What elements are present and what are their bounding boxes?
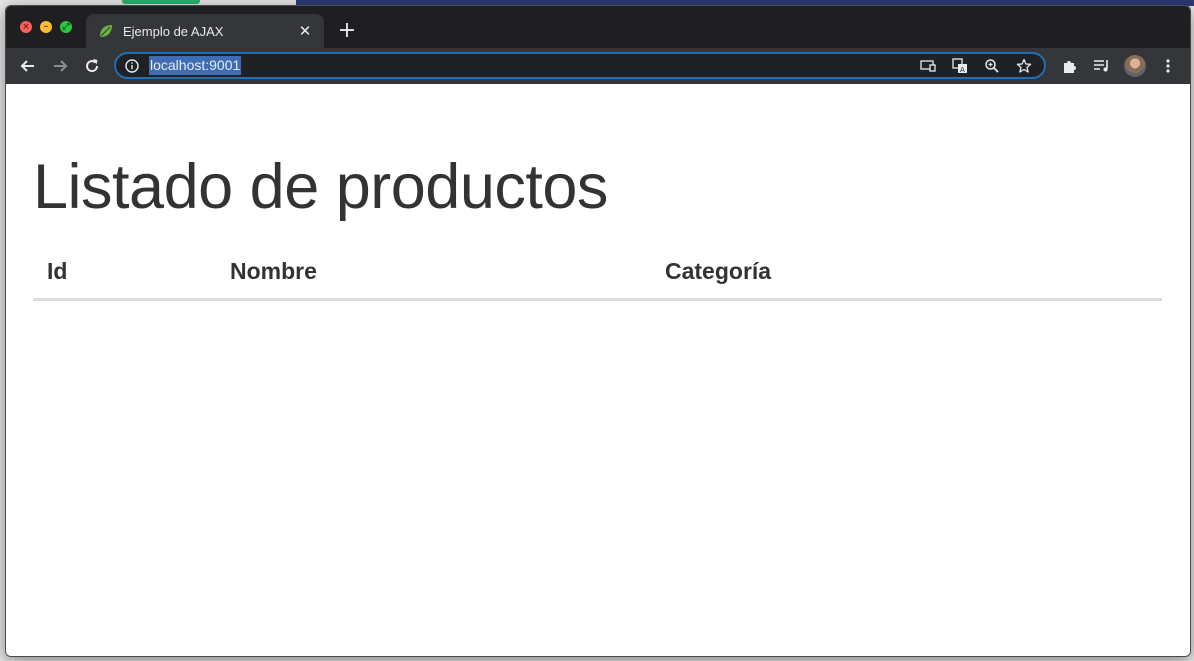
close-window-button[interactable]: ×	[20, 21, 32, 33]
svg-text:A: A	[960, 66, 965, 74]
minimize-window-button[interactable]: –	[40, 21, 52, 33]
browser-toolbar: localhost:9001 A	[6, 48, 1190, 84]
new-tab-button[interactable]: +	[335, 19, 359, 43]
zoom-icon[interactable]	[978, 56, 1006, 76]
close-tab-icon[interactable]: ✕	[296, 22, 314, 40]
products-table: Id Nombre Categoría	[33, 249, 1162, 301]
spring-leaf-icon	[98, 23, 114, 39]
site-info-icon[interactable]	[124, 58, 140, 74]
column-header-nombre: Nombre	[216, 249, 651, 301]
column-header-id: Id	[33, 249, 216, 301]
tab-active[interactable]: Ejemplo de AJAX ✕	[86, 14, 324, 48]
table-header-row: Id Nombre Categoría	[33, 249, 1162, 301]
page-title: Listado de productos	[33, 152, 608, 222]
background-green-tab	[122, 0, 200, 4]
url-text[interactable]: localhost:9001	[149, 56, 242, 75]
profile-avatar[interactable]	[1124, 55, 1146, 77]
forward-arrow-icon[interactable]	[46, 52, 74, 80]
column-header-categoria: Categoría	[651, 249, 1162, 301]
extensions-puzzle-icon[interactable]	[1056, 52, 1084, 80]
page-content: Listado de productos Id Nombre Categoría	[6, 84, 1190, 656]
toolbar-right	[1056, 52, 1182, 80]
address-bar[interactable]: localhost:9001 A	[114, 52, 1046, 79]
address-bar-actions: A	[914, 56, 1038, 76]
reload-icon[interactable]	[78, 52, 106, 80]
media-queue-icon[interactable]	[1088, 52, 1116, 80]
more-menu-icon[interactable]	[1154, 52, 1182, 80]
tab-strip: × – ⤢ Ejemplo de AJAX ✕ +	[6, 6, 1190, 48]
browser-window: × – ⤢ Ejemplo de AJAX ✕ + localhost:9001…	[5, 5, 1191, 657]
bookmark-star-icon[interactable]	[1010, 56, 1038, 76]
cast-icon[interactable]	[914, 56, 942, 76]
window-controls: × – ⤢	[20, 21, 72, 33]
tab-title: Ejemplo de AJAX	[123, 23, 224, 39]
maximize-window-button[interactable]: ⤢	[60, 21, 72, 33]
translate-icon[interactable]: A	[946, 56, 974, 76]
back-arrow-icon[interactable]	[14, 52, 42, 80]
